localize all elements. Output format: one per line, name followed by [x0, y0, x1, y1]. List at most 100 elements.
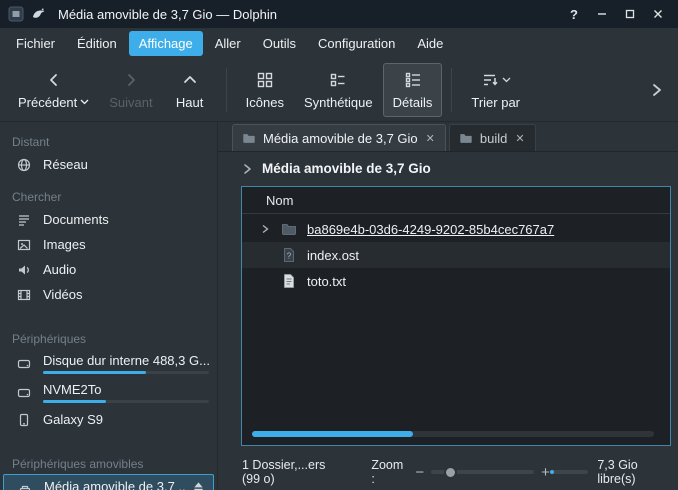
menubar: Fichier Édition Affichage Aller Outils C…: [0, 28, 678, 58]
eject-icon[interactable]: [186, 480, 205, 490]
zoom-control: Zoom : − +: [371, 458, 549, 486]
sidebar-item-label: Réseau: [43, 157, 88, 172]
up-label: Haut: [176, 95, 203, 110]
menu-item-affichage[interactable]: Affichage: [129, 31, 203, 56]
back-button[interactable]: Précédent: [8, 63, 99, 117]
unknown-file-icon: ?: [280, 247, 298, 263]
sidebar-item-nvme2to[interactable]: NVME2To: [0, 378, 217, 407]
places-section-peripheriques: Périphériques: [0, 329, 217, 349]
usage-bar: [43, 371, 209, 374]
videos-icon: [15, 287, 33, 303]
menu-item-edition[interactable]: Édition: [67, 31, 127, 56]
breadcrumb: Média amovible de 3,7 Gio: [218, 152, 678, 185]
file-view: Nom ba869e4b-03d6-4249-9202-85b4cec767a7: [241, 186, 671, 446]
documents-icon: [15, 212, 33, 228]
dolphin-app-icon[interactable]: [31, 6, 47, 22]
dropdown-caret-icon: [502, 77, 511, 83]
expander-icon[interactable]: [256, 224, 274, 234]
breadcrumb-chevron-icon[interactable]: [242, 163, 253, 175]
tab-label: Média amovible de 3,7 Gio: [263, 131, 418, 146]
toolbar-separator: [451, 68, 452, 112]
sort-by-label: Trier par: [471, 95, 520, 110]
minimize-button[interactable]: [590, 3, 614, 25]
folder-icon: [280, 221, 298, 237]
column-header-nom[interactable]: Nom: [266, 193, 293, 208]
compact-view-icon: [329, 70, 347, 90]
toolbar-separator: [226, 68, 227, 112]
menu-item-configuration[interactable]: Configuration: [308, 31, 405, 56]
sidebar-item-label: Documents: [43, 212, 109, 227]
scrollbar-thumb[interactable]: [252, 431, 413, 437]
help-button[interactable]: ?: [562, 3, 586, 25]
content-area: Distant Réseau Chercher Documents Images: [0, 122, 678, 490]
menu-item-aide[interactable]: Aide: [407, 31, 453, 56]
tab-build[interactable]: build ✕: [449, 124, 536, 151]
main-area: Média amovible de 3,7 Gio ✕ build ✕ Médi…: [218, 122, 678, 490]
network-icon: [15, 157, 33, 173]
sidebar-item-label: Disque dur interne 488,3 G...: [43, 353, 209, 368]
sidebar-item-galaxy-s9[interactable]: Galaxy S9: [0, 407, 217, 432]
tab-close-icon[interactable]: ✕: [514, 132, 525, 145]
file-rows: ba869e4b-03d6-4249-9202-85b4cec767a7 ? i…: [242, 214, 670, 445]
harddrive-icon: [15, 385, 33, 401]
zoom-out-icon[interactable]: −: [415, 465, 424, 480]
maximize-button[interactable]: [618, 3, 642, 25]
back-label: Précédent: [18, 95, 77, 110]
file-row[interactable]: ba869e4b-03d6-4249-9202-85b4cec767a7: [242, 216, 670, 242]
sidebar-item-label: Images: [43, 237, 86, 252]
chevron-up-icon: [182, 70, 198, 90]
audio-icon: [15, 262, 33, 278]
usage-bar: [43, 400, 209, 403]
file-name: ba869e4b-03d6-4249-9202-85b4cec767a7: [304, 222, 554, 237]
forward-button[interactable]: Suivant: [99, 63, 162, 117]
sidebar-item-disque-dur-interne[interactable]: Disque dur interne 488,3 G...: [0, 349, 217, 378]
titlebar: Média amovible de 3,7 Gio — Dolphin ?: [0, 0, 678, 28]
compact-view-button[interactable]: Synthétique: [294, 63, 383, 117]
forward-label: Suivant: [109, 95, 152, 110]
column-header-row: Nom: [242, 187, 670, 214]
status-summary: 1 Dossier,...ers (99 o): [242, 458, 343, 486]
dolphin-window: Média amovible de 3,7 Gio — Dolphin ? Fi…: [0, 0, 678, 490]
sidebar-item-images[interactable]: Images: [0, 232, 217, 257]
close-button[interactable]: [646, 3, 670, 25]
tab-media-amovible[interactable]: Média amovible de 3,7 Gio ✕: [232, 124, 446, 151]
file-row[interactable]: ? index.ost: [242, 242, 670, 268]
chevron-right-icon: [123, 70, 139, 90]
tab-close-icon[interactable]: ✕: [425, 132, 436, 145]
sidebar-item-media-amovible[interactable]: Média amovible de 3,7 ...: [3, 474, 214, 490]
removable-drive-icon: [16, 482, 34, 490]
menu-item-aller[interactable]: Aller: [205, 31, 251, 56]
details-view-label: Détails: [393, 95, 433, 110]
menu-item-fichier[interactable]: Fichier: [6, 31, 65, 56]
menu-item-outils[interactable]: Outils: [253, 31, 306, 56]
icons-view-button[interactable]: Icônes: [236, 63, 294, 117]
zoom-slider-handle[interactable]: [444, 466, 457, 479]
file-row[interactable]: toto.txt: [242, 268, 670, 294]
file-name: toto.txt: [304, 274, 346, 289]
sort-by-button[interactable]: Trier par: [461, 63, 530, 117]
free-space-bar: [550, 470, 589, 474]
horizontal-scrollbar[interactable]: [252, 431, 654, 437]
toolbar-overflow-icon[interactable]: [644, 77, 670, 103]
chevron-left-icon: [46, 70, 62, 90]
dropdown-caret-icon: [80, 99, 89, 105]
sidebar-item-documents[interactable]: Documents: [0, 207, 217, 232]
breadcrumb-path[interactable]: Média amovible de 3,7 Gio: [262, 161, 431, 176]
sidebar-item-reseau[interactable]: Réseau: [0, 152, 217, 177]
details-view-button[interactable]: Détails: [383, 63, 443, 117]
zoom-slider[interactable]: [431, 464, 534, 480]
harddrive-icon: [15, 356, 33, 372]
tab-bar: Média amovible de 3,7 Gio ✕ build ✕: [218, 122, 678, 152]
sidebar-item-videos[interactable]: Vidéos: [0, 282, 217, 307]
sidebar-item-label: Média amovible de 3,7 ...: [44, 479, 186, 490]
svg-text:?: ?: [287, 252, 292, 261]
app-menu-icon[interactable]: [8, 6, 24, 22]
sidebar-item-audio[interactable]: Audio: [0, 257, 217, 282]
file-name: index.ost: [304, 248, 359, 263]
folder-icon: [459, 131, 473, 145]
places-section-distant: Distant: [0, 132, 217, 152]
window-title: Média amovible de 3,7 Gio — Dolphin: [58, 7, 277, 22]
zoom-in-icon[interactable]: +: [541, 465, 550, 480]
up-button[interactable]: Haut: [163, 63, 217, 117]
icons-view-label: Icônes: [246, 95, 284, 110]
